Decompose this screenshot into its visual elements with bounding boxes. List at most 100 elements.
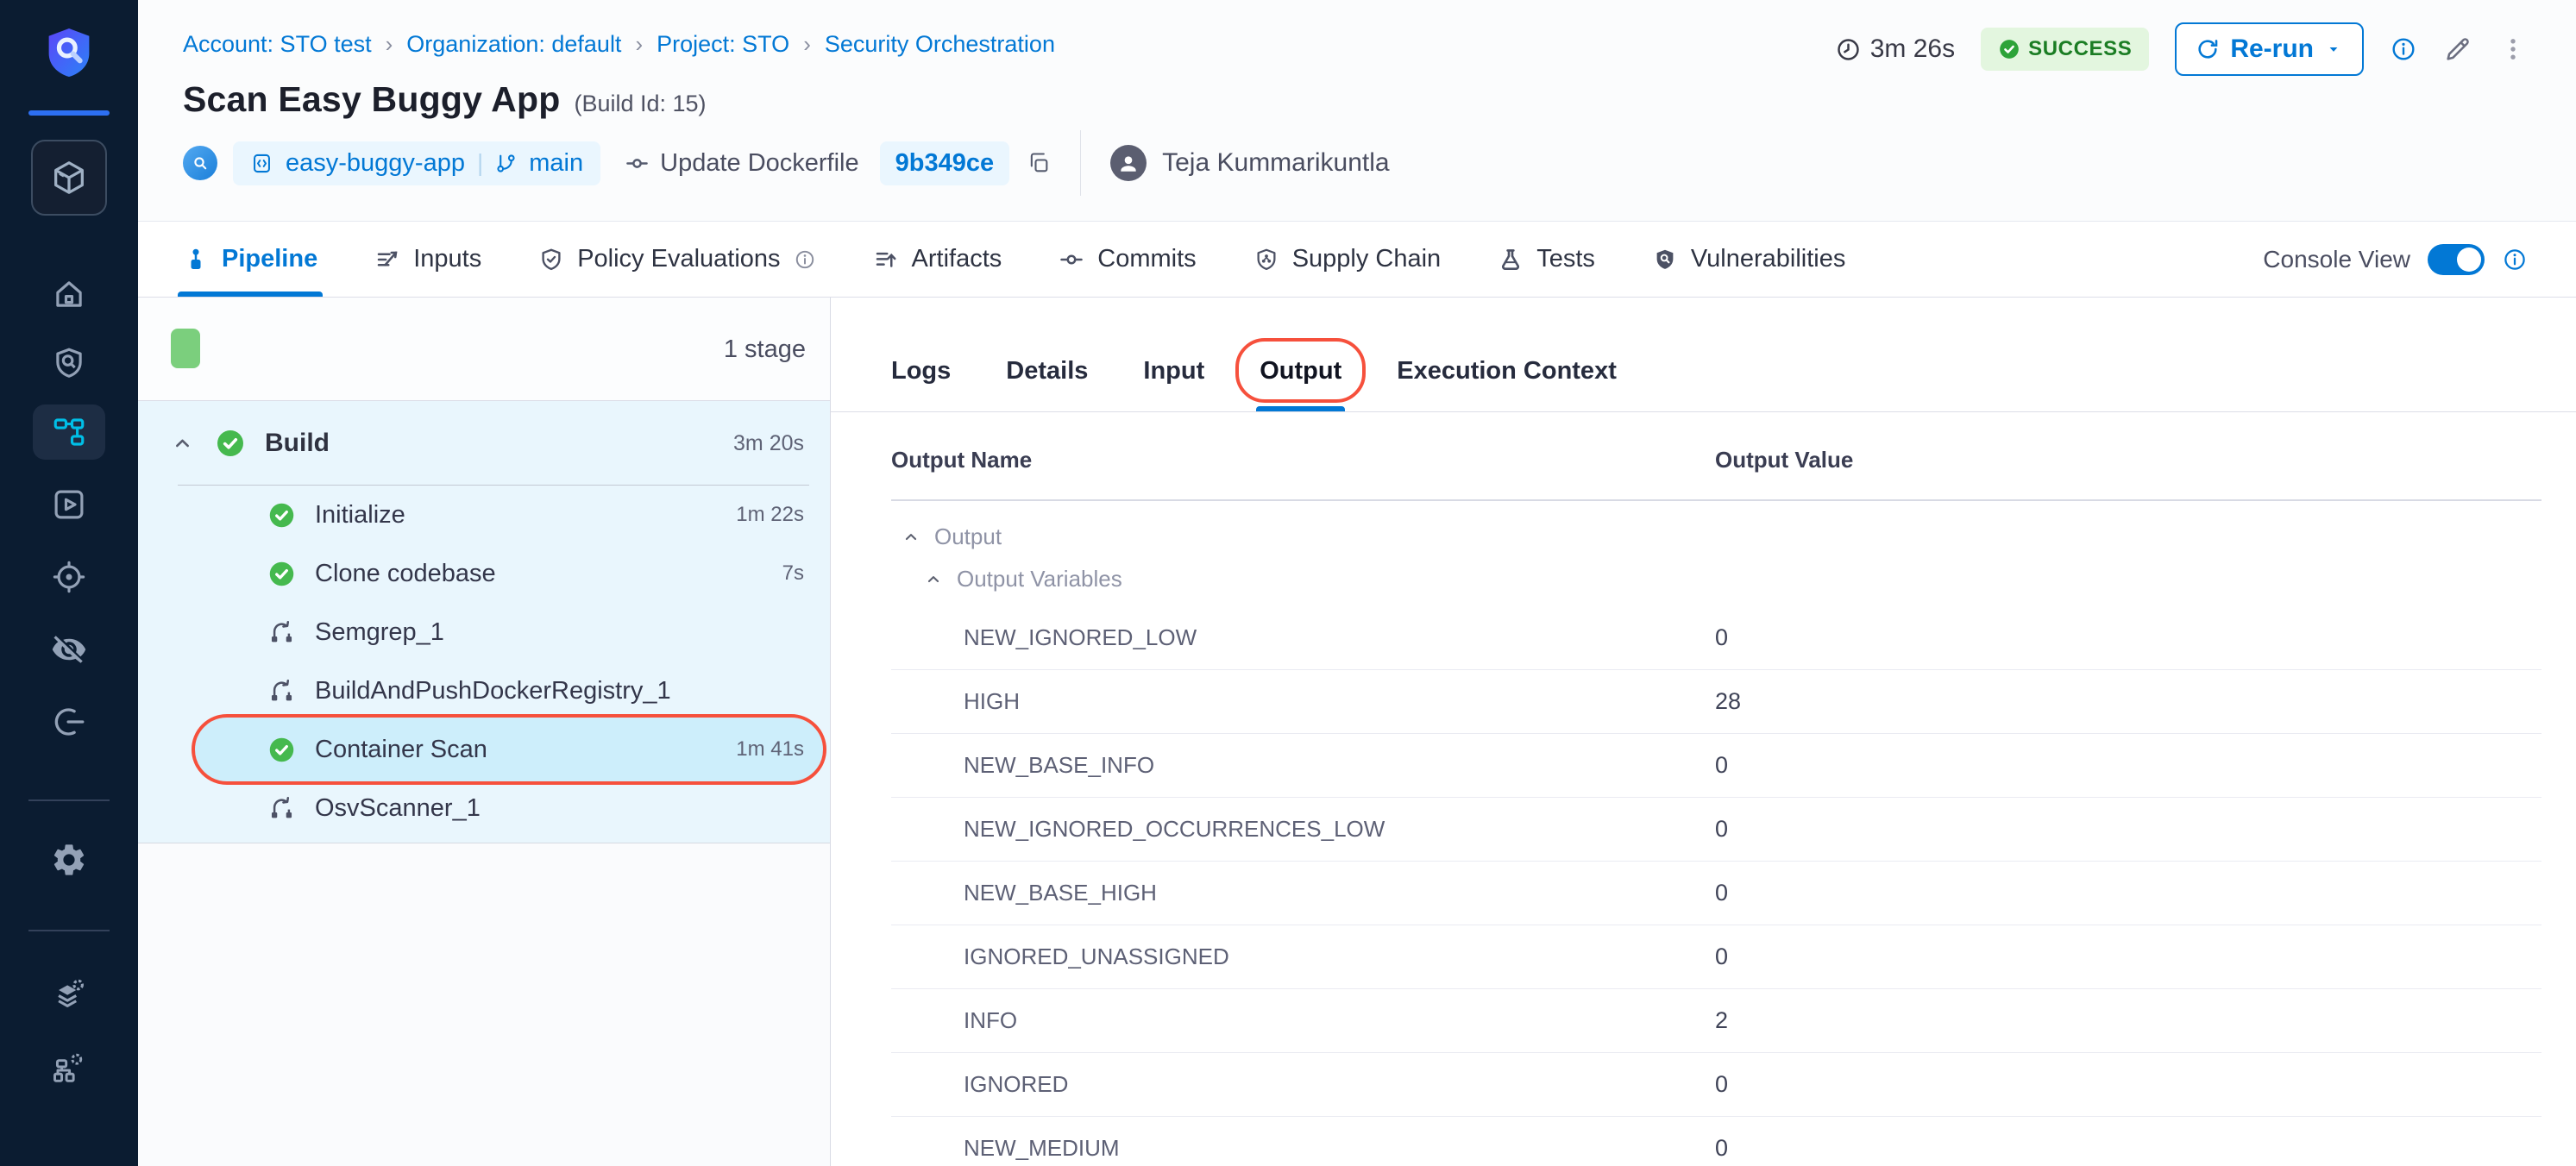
repo-branch-pill[interactable]: easy-buggy-app | main (233, 141, 600, 185)
detail-tab[interactable]: Input (1143, 357, 1204, 411)
tab-label: Commits (1097, 245, 1196, 273)
copy-sha-button[interactable] (1027, 151, 1051, 175)
output-value: 2 (1715, 1007, 2541, 1034)
group-label: Output Variables (957, 566, 1122, 592)
execution-tab[interactable]: Policy Evaluations (538, 222, 815, 297)
status-badge: SUCCESS (1981, 28, 2149, 71)
sidebar-item-exemptions[interactable] (0, 622, 138, 677)
table-group-output-variables[interactable]: Output Variables (891, 559, 2541, 606)
module-switcher-button[interactable] (0, 140, 138, 216)
sto-logo[interactable] (0, 24, 138, 81)
edit-pipeline-button[interactable] (2443, 34, 2472, 64)
sidebar-divider (0, 930, 138, 931)
step-row[interactable]: Container Scan 1m 41s (138, 720, 830, 779)
breadcrumb-link[interactable]: Account: STO test (183, 31, 372, 58)
output-value: 0 (1715, 880, 2541, 906)
output-name: NEW_MEDIUM (891, 1135, 1715, 1162)
console-info-button[interactable] (2502, 247, 2528, 273)
tab-icon (538, 247, 564, 273)
breadcrumb-link[interactable]: Organization: default (406, 31, 621, 58)
breadcrumb-separator: › (386, 31, 393, 58)
step-row[interactable]: Initialize 1m 22s (138, 486, 830, 544)
execution-tab[interactable]: Tests (1498, 222, 1595, 297)
execution-info-button[interactable] (2390, 35, 2417, 63)
sidebar-item-home[interactable] (0, 266, 138, 322)
detail-tab[interactable]: Output (1260, 357, 1341, 411)
more-options-button[interactable] (2498, 34, 2528, 64)
step-name: Container Scan (315, 736, 487, 764)
tab-icon (1498, 247, 1524, 273)
sidebar-item-targets[interactable] (0, 549, 138, 605)
table-group-output[interactable]: Output (891, 501, 2541, 559)
step-name: Semgrep_1 (315, 618, 444, 647)
collapse-chevron-icon[interactable] (171, 432, 194, 455)
commit-sha-pill[interactable]: 9b349ce (880, 141, 1010, 185)
breadcrumb-item: Account: STO test › (183, 31, 406, 58)
rerun-button[interactable]: Re-run (2175, 22, 2364, 76)
chevron-up-icon[interactable] (924, 570, 943, 589)
output-value: 0 (1715, 1071, 2541, 1098)
execution-tab[interactable]: Vulnerabilities (1652, 222, 1845, 297)
tab-label: Policy Evaluations (577, 245, 780, 273)
sidebar-item-overview[interactable] (0, 335, 138, 391)
executions-icon (51, 486, 87, 523)
clock-icon (1835, 36, 1862, 63)
tab-icon (1253, 247, 1279, 273)
detail-tab[interactable]: Details (1006, 357, 1088, 411)
toggle-knob (2457, 248, 2481, 272)
detail-tab[interactable]: Execution Context (1397, 357, 1617, 411)
step-duration: 7s (782, 561, 804, 586)
execution-tab[interactable]: Artifacts (873, 222, 1002, 297)
chevron-up-icon[interactable] (902, 528, 920, 547)
info-icon[interactable] (794, 248, 816, 271)
main-area: Account: STO test › Organization: defaul… (138, 0, 2576, 1166)
step-list: Initialize 1m 22s Clone codebase 7s (138, 486, 830, 837)
active-tab-underline (1256, 406, 1345, 411)
copy-icon (1027, 151, 1051, 175)
pencil-icon (2443, 34, 2472, 64)
breadcrumb-link[interactable]: Security Orchestration (825, 31, 1055, 58)
output-variable-row: NEW_MEDIUM 0 (891, 1117, 2541, 1166)
target-icon (51, 559, 87, 595)
console-view-toggle[interactable] (2428, 244, 2485, 275)
commit-message[interactable]: Update Dockerfile (660, 149, 859, 178)
branch-icon (495, 153, 517, 174)
sidebar-item-get-started[interactable] (0, 694, 138, 749)
stage-status-square (171, 329, 200, 368)
repo-name[interactable]: easy-buggy-app (286, 149, 465, 178)
output-variable-row: NEW_BASE_INFO 0 (891, 734, 2541, 798)
step-row[interactable]: OsvScanner_1 (138, 779, 830, 837)
sidebar-item-org-settings[interactable] (0, 1039, 138, 1094)
stage-row-build[interactable]: Build 3m 20s (138, 401, 830, 486)
step-row[interactable]: Clone codebase 7s (138, 544, 830, 603)
step-row[interactable]: Semgrep_1 (138, 603, 830, 661)
execution-tab[interactable]: Pipeline (183, 222, 317, 297)
branch-name[interactable]: main (529, 149, 583, 178)
step-name: OsvScanner_1 (315, 794, 481, 823)
execution-tab[interactable]: Commits (1059, 222, 1196, 297)
check-circle-icon (1998, 38, 2020, 60)
step-status-icon (267, 560, 296, 588)
sidebar-item-executions[interactable] (0, 477, 138, 532)
execution-tab[interactable]: Inputs (374, 222, 481, 297)
step-status-icon (267, 677, 296, 705)
tab-label: Pipeline (222, 245, 317, 273)
search-icon (190, 153, 210, 173)
breadcrumb-link[interactable]: Project: STO (657, 31, 789, 58)
tab-label: Vulnerabilities (1691, 245, 1845, 273)
sidebar-item-default-settings[interactable] (0, 967, 138, 1022)
output-name: NEW_BASE_INFO (891, 752, 1715, 779)
execution-tab[interactable]: Supply Chain (1253, 222, 1442, 297)
tab-label: Supply Chain (1292, 245, 1442, 273)
sidebar-item-project-settings[interactable] (0, 832, 138, 887)
sidebar-item-pipelines[interactable] (0, 404, 138, 460)
step-row[interactable]: BuildAndPushDockerRegistry_1 (138, 661, 830, 720)
group-label: Output (934, 523, 1002, 550)
stage-tree: Build 3m 20s Initialize 1m 22s (138, 401, 830, 843)
stage-panel-header: 1 stage (138, 298, 830, 401)
tab-label: Tests (1536, 245, 1595, 273)
breadcrumb-separator: › (635, 31, 643, 58)
avatar (1110, 145, 1147, 181)
tab-icon (183, 247, 209, 273)
detail-tab[interactable]: Logs (891, 357, 951, 411)
